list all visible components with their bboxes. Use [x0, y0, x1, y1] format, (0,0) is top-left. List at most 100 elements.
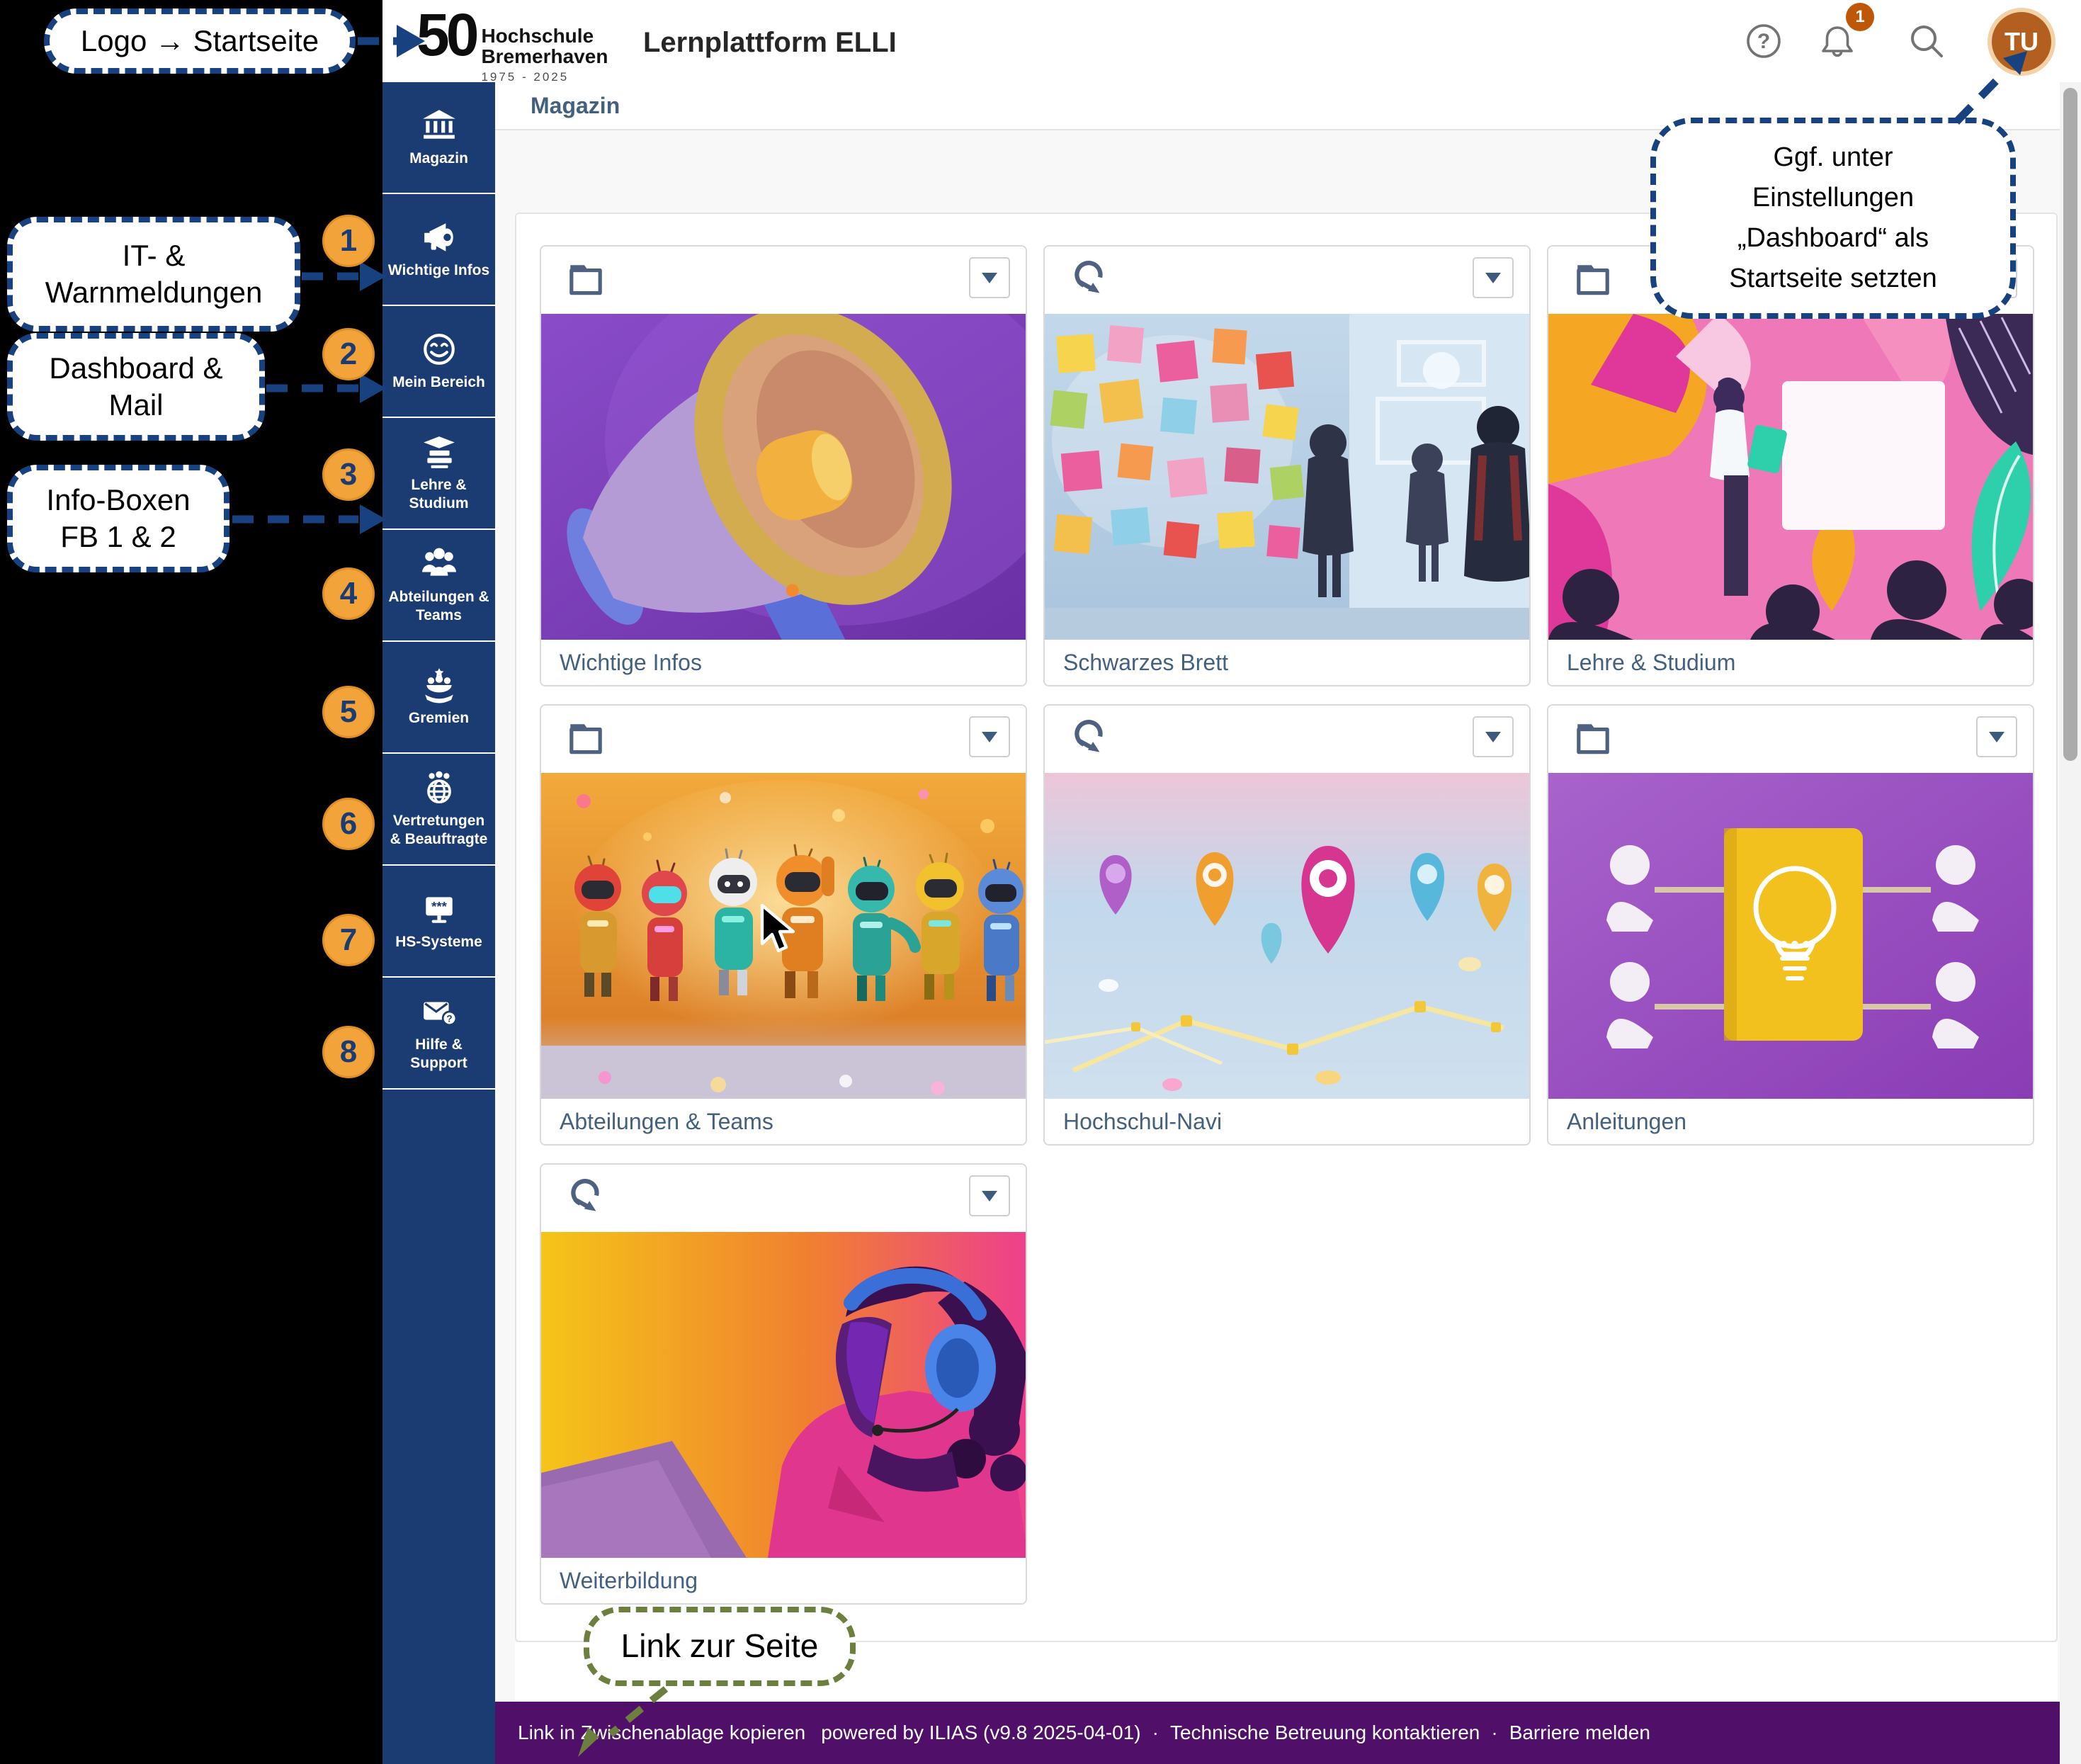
footer-separator: ·: [1152, 1721, 1159, 1744]
card-wichtige-infos[interactable]: Wichtige Infos: [540, 245, 1027, 686]
sidebar-item-label: Abteilungen & Teams: [386, 588, 492, 624]
card-schwarzes-brett[interactable]: Schwarzes Brett: [1043, 245, 1531, 686]
footer-separator: ·: [1491, 1721, 1497, 1744]
card-actions-dropdown[interactable]: [1473, 257, 1514, 298]
card-actions-dropdown[interactable]: [1976, 716, 2017, 757]
sidebar-item-abteilungen-teams[interactable]: Abteilungen & Teams: [382, 530, 495, 642]
sidebar-item-vertretungen-beauftragte[interactable]: Vertretungen & Beauftragte: [382, 754, 495, 866]
footer-bar: Link in Zwischenablage kopieren powered …: [495, 1702, 2081, 1764]
hochschule-bremerhaven-logo[interactable]: 50 Hochschule Bremerhaven 1975 - 2025: [416, 7, 608, 84]
footer-support-link[interactable]: Technische Betreuung kontaktieren: [1170, 1721, 1480, 1744]
logo-name-line2: Bremerhaven: [481, 46, 608, 67]
card-title: Anleitungen: [1548, 1099, 2033, 1144]
svg-text:***: ***: [431, 899, 448, 914]
magazin-panel: Wichtige Infos: [515, 213, 2058, 1642]
card-image-megaphone: [541, 314, 1026, 640]
sidebar-item-label: Lehre & Studium: [386, 476, 492, 512]
logo-50: 50: [416, 7, 475, 64]
card-grid: Wichtige Infos: [540, 245, 2034, 1605]
committee-icon: [421, 667, 458, 703]
card-image-lightbulb-network: [1548, 773, 2033, 1099]
card-anleitungen[interactable]: Anleitungen: [1547, 704, 2034, 1146]
sidebar-item-label: Vertretungen & Beauftragte: [386, 812, 492, 848]
step-badge-2: 2: [322, 328, 375, 380]
card-title: Schwarzes Brett: [1045, 640, 1529, 685]
svg-text:?: ?: [446, 1014, 452, 1024]
vertical-scrollbar: [2060, 82, 2081, 1764]
step-badge-7: 7: [322, 914, 375, 966]
sidebar-item-mein-bereich[interactable]: Mein Bereich: [382, 306, 495, 418]
card-image-robots: [541, 773, 1026, 1099]
card-actions-dropdown[interactable]: [969, 716, 1010, 757]
logo-name-line1: Hochschule: [481, 26, 608, 46]
sidebar-item-magazin[interactable]: Magazin: [382, 82, 495, 194]
sidebar-item-label: Wichtige Infos: [388, 261, 489, 280]
annotation-logo-startseite: Logo → Startseite: [44, 9, 356, 74]
monitor-icon: ***: [421, 891, 458, 927]
annotation-link-zur-seite: Link zur Seite: [584, 1607, 856, 1686]
card-image-sticky-notes: [1045, 314, 1529, 640]
search-icon[interactable]: [1907, 21, 1946, 61]
annotation-info-boxen: Info-Boxen FB 1 & 2: [7, 465, 229, 572]
avatar[interactable]: TU: [1988, 8, 2056, 76]
sidebar-item-label: Magazin: [409, 149, 468, 168]
card-abteilungen-teams[interactable]: Abteilungen & Teams: [540, 704, 1027, 1146]
card-image-map-pins: [1045, 773, 1529, 1099]
link-icon: [1069, 718, 1110, 759]
bank-icon: [421, 107, 458, 144]
svg-text:?: ?: [1757, 30, 1770, 53]
annotation-it-warnmeldungen: IT- & Warnmeldungen: [7, 217, 300, 332]
card-hochschul-navi[interactable]: Hochschul-Navi: [1043, 704, 1531, 1146]
folder-icon: [1572, 718, 1614, 759]
smiley-icon: [421, 331, 458, 368]
chevron-down-icon: [1485, 732, 1501, 742]
mail-help-icon: ?: [421, 993, 458, 1030]
footer-accessibility-link[interactable]: Barriere melden: [1509, 1721, 1650, 1744]
megaphone-icon: [421, 219, 458, 256]
sidebar-item-label: Mein Bereich: [392, 373, 485, 392]
globe-people-icon: [421, 769, 458, 806]
card-actions-dropdown[interactable]: [969, 257, 1010, 298]
step-badge-6: 6: [322, 798, 375, 850]
folder-icon: [565, 718, 606, 759]
footer-powered-by: powered by ILIAS (v9.8 2025-04-01): [821, 1721, 1140, 1744]
card-weiterbildung[interactable]: Weiterbildung: [540, 1163, 1027, 1605]
step-badge-4: 4: [322, 567, 375, 620]
chevron-down-icon: [1989, 732, 2005, 742]
card-title: Abteilungen & Teams: [541, 1099, 1026, 1144]
sidebar: Magazin Wichtige Infos Mein Bereich Lehr…: [382, 82, 495, 1764]
card-actions-dropdown[interactable]: [969, 1175, 1010, 1216]
books-icon: [421, 434, 458, 470]
card-actions-dropdown[interactable]: [1473, 716, 1514, 757]
annotation-dashboard-mail: Dashboard & Mail: [7, 333, 265, 441]
card-title: Wichtige Infos: [541, 640, 1026, 685]
sidebar-item-label: Hilfe & Support: [386, 1036, 492, 1072]
step-badge-1: 1: [322, 215, 375, 267]
screenshot-root: 50 Hochschule Bremerhaven 1975 - 2025 Le…: [0, 0, 2081, 1764]
annotation-dashboard-startseite: Ggf. unter Einstellungen „Dashboard“ als…: [1650, 118, 2016, 319]
sidebar-item-lehre-studium[interactable]: Lehre & Studium: [382, 418, 495, 530]
footer-copy-link[interactable]: Link in Zwischenablage kopieren: [518, 1721, 805, 1744]
breadcrumb-magazin[interactable]: Magazin: [531, 93, 620, 119]
content-area: Wichtige Infos: [495, 130, 2060, 1702]
card-title: Weiterbildung: [541, 1558, 1026, 1603]
link-icon: [565, 1177, 606, 1219]
scrollbar-thumb[interactable]: [2063, 88, 2077, 761]
notification-count-badge: 1: [1846, 3, 1874, 31]
folder-icon: [565, 259, 606, 300]
link-icon: [1069, 259, 1110, 300]
chevron-down-icon: [982, 1191, 997, 1202]
logo-years: 1975 - 2025: [481, 70, 608, 84]
sidebar-item-wichtige-infos[interactable]: Wichtige Infos: [382, 194, 495, 306]
card-image-headset-woman: [541, 1232, 1026, 1558]
help-icon[interactable]: ?: [1744, 21, 1784, 61]
sidebar-item-label: Gremien: [409, 709, 469, 728]
step-badge-3: 3: [322, 448, 375, 501]
sidebar-item-hs-systeme[interactable]: *** HS-Systeme: [382, 866, 495, 978]
card-image-presentation: [1548, 314, 2033, 640]
chevron-down-icon: [982, 273, 997, 283]
sidebar-item-hilfe-support[interactable]: ? Hilfe & Support: [382, 978, 495, 1090]
sidebar-item-gremien[interactable]: Gremien: [382, 642, 495, 754]
people-icon: [421, 545, 458, 582]
card-title: Lehre & Studium: [1548, 640, 2033, 685]
